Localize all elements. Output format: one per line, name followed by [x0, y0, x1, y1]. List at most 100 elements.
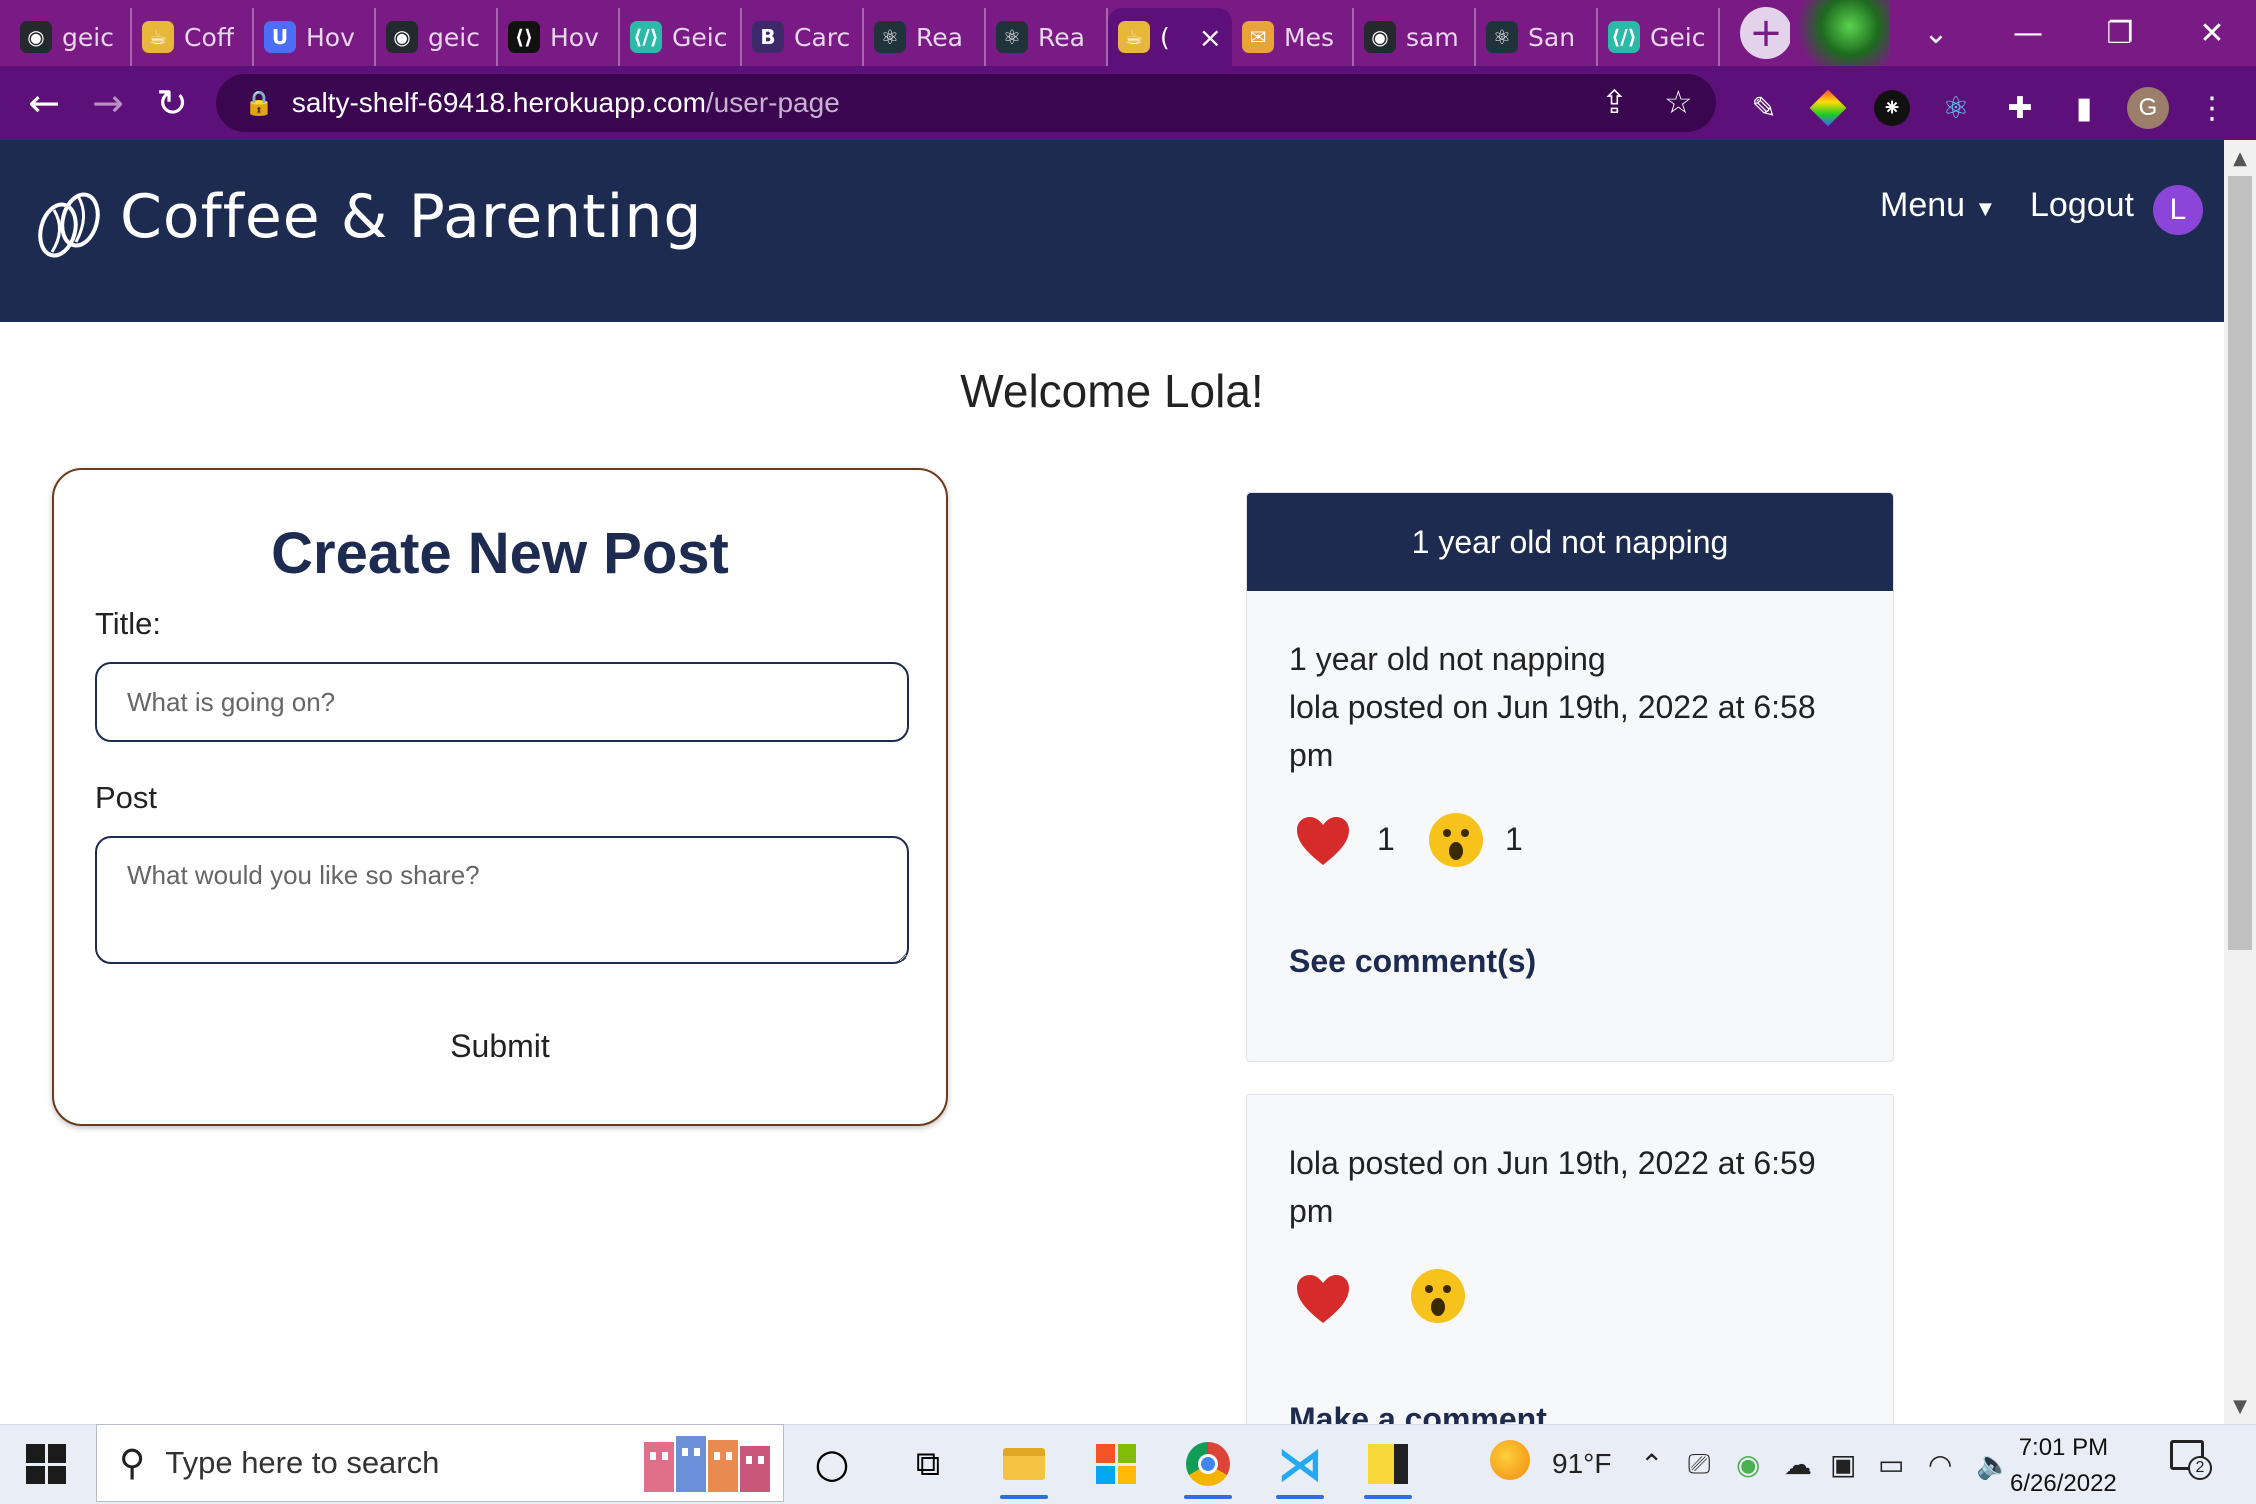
- sticky-notes-icon[interactable]: [1356, 1432, 1420, 1499]
- coffee-bean-logo-icon[interactable]: [34, 190, 104, 260]
- extension-diamond-icon[interactable]: [1806, 86, 1850, 130]
- bookmark-star-icon[interactable]: ☆: [1664, 83, 1693, 121]
- react-icon: ⚛: [1486, 21, 1518, 53]
- github-icon: ◉: [386, 21, 418, 53]
- heart-reaction-button[interactable]: [1295, 1273, 1351, 1325]
- back-icon[interactable]: ←: [12, 71, 76, 135]
- wow-reaction-button[interactable]: [1427, 811, 1485, 869]
- see-comments-link[interactable]: See comment(s): [1289, 943, 1536, 980]
- tab-label: Hov: [306, 22, 355, 52]
- react-icon: ⚛: [996, 21, 1028, 53]
- battery-icon[interactable]: ▭: [1878, 1448, 1904, 1481]
- minimize-icon[interactable]: —: [1982, 0, 2074, 66]
- code-editor-icon: ⟨/⟩: [630, 21, 662, 53]
- heart-count: 1: [1377, 821, 1395, 857]
- close-window-icon[interactable]: ✕: [2166, 0, 2256, 66]
- welcome-heading: Welcome Lola!: [960, 365, 1264, 417]
- u-logo-icon: U: [264, 21, 296, 53]
- browser-tab[interactable]: ⟨⟩ Hov: [498, 8, 620, 66]
- tab-label: Hov: [550, 22, 599, 52]
- tab-search-icon[interactable]: ⌄: [1890, 0, 1982, 66]
- close-tab-icon[interactable]: ×: [1199, 21, 1222, 54]
- side-panel-icon[interactable]: ▮: [2062, 86, 2106, 130]
- browser-tab[interactable]: ⚛ Rea: [864, 8, 986, 66]
- brand-name[interactable]: Coffee & Parenting: [120, 182, 702, 252]
- weather-temp[interactable]: 91°F: [1552, 1448, 1611, 1480]
- show-hidden-icons-icon[interactable]: ⌃: [1640, 1448, 1663, 1481]
- taskbar-clock[interactable]: 7:01 PM 6/26/2022: [2010, 1430, 2117, 1502]
- message-icon: ✉: [1242, 21, 1274, 53]
- onedrive-icon[interactable]: ☁: [1784, 1448, 1812, 1481]
- tab-label: Geic: [672, 22, 728, 52]
- wow-face-icon: [1429, 813, 1483, 867]
- weather-icon[interactable]: [1490, 1440, 1530, 1480]
- sync-status-icon[interactable]: ◉: [1736, 1448, 1760, 1481]
- task-view-icon[interactable]: ⧉: [896, 1432, 960, 1496]
- volume-icon[interactable]: 🔈: [1976, 1448, 2011, 1481]
- reload-icon[interactable]: ↻: [140, 71, 204, 135]
- address-bar[interactable]: 🔒 salty-shelf-69418.herokuapp.com/user-p…: [216, 74, 1716, 132]
- browser-menu-icon[interactable]: ⋮: [2190, 86, 2234, 130]
- react-devtools-icon[interactable]: ⚛: [1934, 86, 1978, 130]
- extensions-puzzle-icon[interactable]: ✚: [1998, 86, 2042, 130]
- menu-label: Menu: [1880, 186, 1966, 224]
- profile-avatar[interactable]: G: [2126, 86, 2170, 130]
- microsoft-store-icon[interactable]: [1084, 1432, 1148, 1496]
- new-tab-button[interactable]: +: [1740, 7, 1792, 59]
- cortana-icon[interactable]: ○: [800, 1432, 864, 1496]
- windows-start-icon[interactable]: [26, 1444, 66, 1484]
- logout-link[interactable]: Logout: [2030, 186, 2134, 225]
- wifi-icon[interactable]: ◠: [1928, 1448, 1952, 1481]
- scroll-down-icon[interactable]: ▼: [2224, 1390, 2256, 1422]
- caret-down-icon: ▼: [1974, 196, 1997, 221]
- tab-label: geic: [62, 22, 114, 52]
- search-icon: ⚲: [119, 1442, 146, 1484]
- tab-list: ◉ geic ☕ Coff U Hov ◉ geic ⟨⟩ Hov ⟨/⟩ Geic B Carc ⚛ Rea…: [10, 8, 1720, 66]
- wow-reaction-button[interactable]: [1409, 1267, 1467, 1325]
- scroll-up-icon[interactable]: ▲: [2224, 142, 2256, 174]
- tab-label: Mes: [1284, 22, 1334, 52]
- file-explorer-icon[interactable]: [992, 1432, 1056, 1499]
- browser-tab[interactable]: ◉ geic: [376, 8, 498, 66]
- browser-tab[interactable]: ☕ Coff: [132, 8, 254, 66]
- browser-tab[interactable]: ⚛ San: [1476, 8, 1598, 66]
- code-editor-icon: ⟨/⟩: [1608, 21, 1640, 53]
- browser-tab[interactable]: ⟨/⟩ Geic: [620, 8, 742, 66]
- user-avatar[interactable]: L: [2153, 185, 2203, 235]
- search-highlight-art-icon: [644, 1436, 770, 1492]
- tab-label: San: [1528, 22, 1576, 52]
- browser-tab[interactable]: U Hov: [254, 8, 376, 66]
- chrome-icon[interactable]: [1176, 1432, 1240, 1499]
- browser-tab[interactable]: B Carc: [742, 8, 864, 66]
- heart-reaction-button[interactable]: [1295, 815, 1351, 867]
- profile-initial: G: [2127, 87, 2169, 129]
- browser-tab[interactable]: ⚛ Rea: [986, 8, 1108, 66]
- browser-tab[interactable]: ⟨/⟩ Geic: [1598, 8, 1720, 66]
- post-meta: lola posted on Jun 19th, 2022 at 6:58 pm: [1289, 689, 1816, 773]
- heart-icon: [1297, 817, 1349, 865]
- theme-art: [1790, 0, 1890, 66]
- browser-tab[interactable]: ☕ (×: [1108, 8, 1232, 66]
- restore-icon[interactable]: ❐: [2074, 0, 2166, 66]
- notifications-icon[interactable]: 2: [2170, 1440, 2212, 1480]
- forward-icon[interactable]: →: [76, 71, 140, 135]
- browser-tab[interactable]: ✉ Mes: [1232, 8, 1354, 66]
- tab-label: Rea: [1038, 22, 1085, 52]
- post-textarea[interactable]: [95, 836, 909, 964]
- display-settings-icon[interactable]: ▣: [1830, 1448, 1856, 1481]
- wow-count: 1: [1505, 821, 1523, 857]
- vscode-icon[interactable]: ⋊: [1268, 1432, 1332, 1499]
- submit-button[interactable]: Submit: [414, 1018, 586, 1074]
- scroll-thumb[interactable]: [2228, 176, 2252, 950]
- share-icon[interactable]: ⇪: [1601, 83, 1628, 121]
- extension-asterisk-icon[interactable]: ⁕: [1870, 86, 1914, 130]
- extension-edit-icon[interactable]: ✎: [1742, 86, 1786, 130]
- tab-label: Geic: [1650, 22, 1706, 52]
- search-placeholder: Type here to search: [165, 1445, 440, 1480]
- meet-now-icon[interactable]: ⎚: [1688, 1448, 1710, 1481]
- browser-tab[interactable]: ◉ sam: [1354, 8, 1476, 66]
- browser-tab[interactable]: ◉ geic: [10, 8, 132, 66]
- menu-dropdown[interactable]: Menu ▼: [1880, 186, 1996, 225]
- title-input[interactable]: [95, 662, 909, 742]
- github-icon: ◉: [1364, 21, 1396, 53]
